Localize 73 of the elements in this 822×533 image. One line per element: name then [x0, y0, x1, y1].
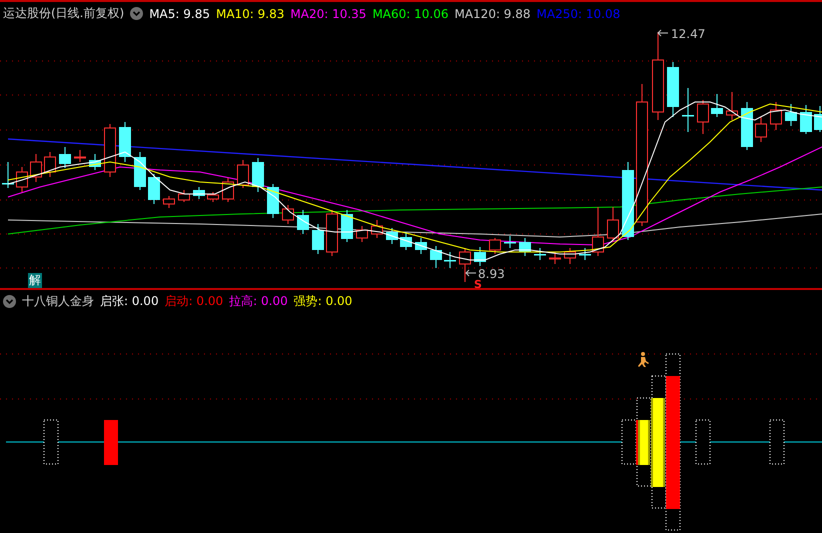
candlestick [534, 248, 546, 260]
candlestick [564, 248, 576, 264]
candlestick [785, 104, 797, 126]
dropdown-icon[interactable] [130, 7, 144, 20]
candlestick [697, 100, 709, 134]
candlestick [474, 246, 486, 266]
candlestick [800, 104, 812, 134]
candlestick [74, 150, 86, 162]
high-price-label: 12.47 [671, 27, 706, 41]
candlestick [89, 154, 101, 170]
sell-signal-mark: S [474, 278, 482, 288]
candlestick [400, 232, 412, 250]
candlestick [30, 154, 42, 182]
indicator-value: 拉高: 0.00 [229, 293, 288, 310]
candlestick [430, 246, 442, 268]
indicator-value: 启动: 0.00 [164, 293, 224, 310]
candlestick [741, 102, 753, 150]
pointer-arrow [465, 270, 476, 276]
candlestick [726, 92, 738, 120]
indicator-value: MA5: 9.85 [149, 6, 210, 20]
indicator-value: 启张: 0.00 [100, 293, 159, 310]
candlestick [148, 174, 160, 204]
candlestick [267, 184, 279, 218]
candlestick [326, 210, 338, 256]
candlestick [119, 122, 131, 162]
indicator-title: 十八铜人金身 [22, 293, 94, 310]
candlestick [207, 192, 219, 202]
event-badge[interactable]: 解 [28, 273, 42, 288]
candlestick [134, 152, 146, 190]
running-figure-icon [638, 352, 649, 367]
candlestick [667, 62, 679, 118]
candlestick [163, 196, 175, 208]
candlestick [549, 252, 561, 264]
candlestick [755, 116, 767, 142]
candlestick [193, 186, 205, 200]
dropdown-icon[interactable] [3, 295, 16, 308]
candlestick [415, 238, 427, 254]
candlestick [16, 166, 28, 192]
indicator-value: MA250: 10.08 [536, 6, 620, 20]
candlestick [237, 160, 249, 188]
candlestick [386, 228, 398, 244]
candlestick [222, 178, 234, 202]
candlestick [519, 238, 531, 256]
candlestick [282, 204, 294, 224]
candlestick [607, 206, 619, 242]
low-price-label: 8.93 [478, 267, 505, 281]
candlestick [44, 152, 56, 178]
indicator-value: MA10: 9.83 [216, 6, 284, 20]
indicator-value: 强势: 0.00 [294, 293, 352, 310]
candlestick [814, 106, 822, 132]
pointer-arrow [657, 30, 668, 36]
candlestick [444, 252, 456, 268]
indicator-value: MA120: 9.88 [454, 6, 531, 20]
candlestick [104, 124, 116, 178]
candlestick [2, 162, 14, 188]
candlestick [459, 248, 471, 282]
candlestick [356, 226, 368, 242]
indicator-value: MA60: 10.06 [372, 6, 448, 20]
candlestick [312, 224, 324, 254]
candlestick [711, 94, 723, 118]
candlestick [341, 210, 353, 242]
candlestick [371, 220, 383, 238]
candlestick [59, 146, 71, 168]
stock-title: 运达股份(日线.前复权) [3, 5, 124, 22]
candlestick [682, 88, 694, 132]
candlestick [252, 158, 264, 192]
candlestick [770, 102, 782, 130]
candlestick [178, 190, 190, 202]
candlestick [504, 236, 516, 248]
candlestick [489, 238, 501, 254]
signal-bar [104, 420, 118, 465]
candlestick [297, 210, 309, 234]
indicator-value: MA20: 10.35 [290, 6, 366, 20]
